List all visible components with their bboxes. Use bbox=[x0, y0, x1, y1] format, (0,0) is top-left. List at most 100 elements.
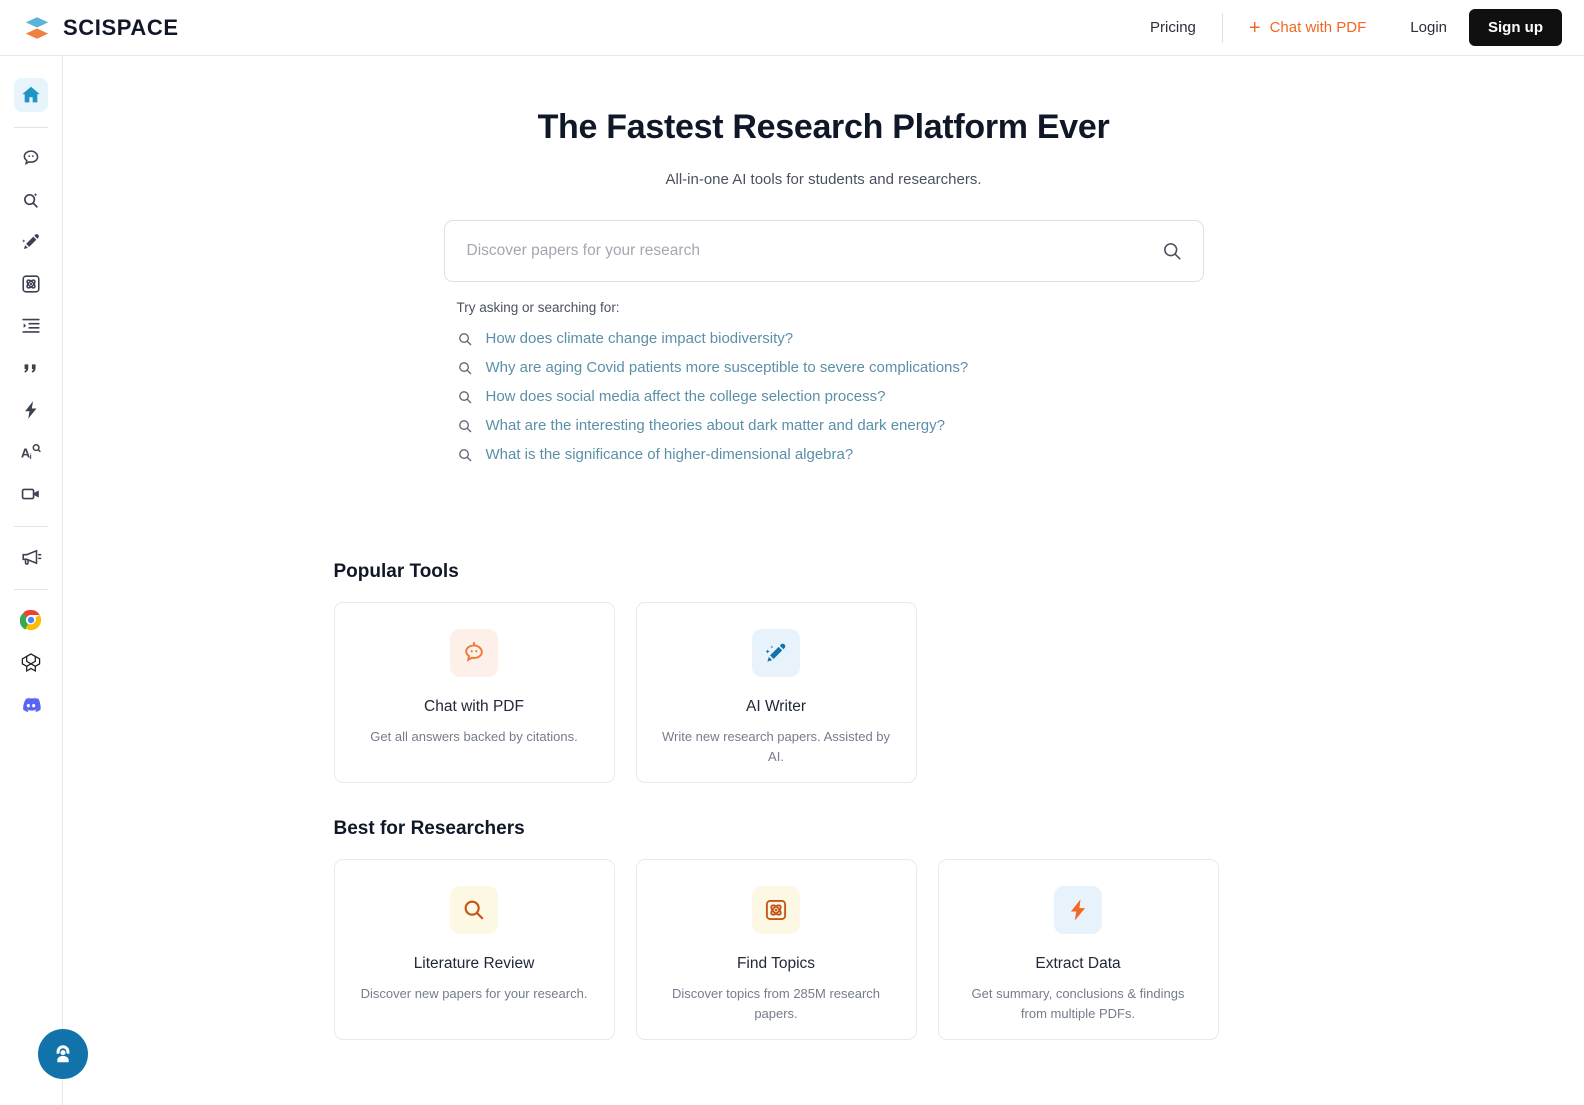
text-ai-icon: A i bbox=[21, 444, 41, 461]
card-title: Find Topics bbox=[736, 955, 816, 972]
search-icon bbox=[457, 447, 473, 463]
page-title: The Fastest Research Platform Ever bbox=[537, 108, 1110, 146]
top-header: SCISPACE Pricing + Chat with PDF Login S… bbox=[0, 0, 1584, 56]
chat-bubble-icon bbox=[23, 150, 39, 166]
suggestion-text: What is the significance of higher-dimen… bbox=[485, 446, 854, 463]
search-icon bbox=[457, 418, 473, 434]
atom-icon bbox=[22, 275, 40, 293]
atom-icon bbox=[765, 899, 787, 921]
logo-text: SCISPACE bbox=[63, 14, 179, 40]
nav-chat-with-pdf-label: Chat with PDF bbox=[1269, 19, 1367, 36]
left-sidebar: A i bbox=[0, 56, 63, 1105]
openai-icon bbox=[21, 653, 41, 673]
sidebar-item-chrome-extension[interactable] bbox=[14, 603, 48, 637]
list-indent-icon bbox=[22, 318, 40, 333]
tool-card-chat-with-pdf[interactable]: Chat with PDF Get all answers backed by … bbox=[333, 602, 615, 783]
chrome-icon bbox=[20, 609, 42, 631]
sidebar-divider-3 bbox=[14, 589, 48, 590]
card-description: Discover topics from 285M research paper… bbox=[671, 986, 881, 1021]
sidebar-item-video[interactable] bbox=[14, 477, 48, 511]
search-icon bbox=[457, 389, 473, 405]
suggestion-item[interactable]: What is the significance of higher-dimen… bbox=[457, 440, 1204, 469]
search-icon bbox=[457, 360, 473, 376]
best-for-researchers-card-row: Literature Review Discover new papers fo… bbox=[333, 859, 1324, 1040]
lightning-bolt-icon bbox=[1070, 899, 1086, 921]
search-icon bbox=[457, 331, 473, 347]
sidebar-divider-2 bbox=[14, 526, 48, 527]
card-title: Extract Data bbox=[1035, 955, 1121, 972]
svg-text:i: i bbox=[30, 452, 32, 461]
nav-pricing-link[interactable]: Pricing bbox=[1124, 0, 1222, 56]
sidebar-item-home[interactable] bbox=[14, 78, 48, 112]
sidebar-item-openai[interactable] bbox=[14, 645, 48, 679]
suggestion-text: How does social media affect the college… bbox=[485, 388, 886, 405]
suggestions-block: Try asking or searching for: How does cl… bbox=[444, 300, 1204, 469]
page-subtitle: All-in-one AI tools for students and res… bbox=[665, 171, 982, 188]
suggestion-text: Why are aging Covid patients more suscep… bbox=[485, 359, 969, 376]
suggestion-item[interactable]: What are the interesting theories about … bbox=[457, 411, 1204, 440]
suggestions-label: Try asking or searching for: bbox=[456, 300, 620, 315]
search-icon bbox=[464, 900, 484, 920]
sidebar-divider-1 bbox=[14, 127, 48, 128]
megaphone-icon bbox=[22, 549, 42, 565]
nav-chat-with-pdf-button[interactable]: + Chat with PDF bbox=[1223, 18, 1388, 38]
popular-tools-title: Popular Tools bbox=[333, 561, 459, 582]
sidebar-item-find-topics[interactable] bbox=[14, 267, 48, 301]
sidebar-item-extract-data[interactable] bbox=[14, 309, 48, 343]
search-input[interactable] bbox=[466, 242, 1161, 260]
sidebar-item-ai-writer[interactable] bbox=[14, 225, 48, 259]
suggestion-text: How does climate change impact biodivers… bbox=[485, 330, 794, 347]
magic-pen-icon bbox=[765, 643, 786, 662]
card-icon-wrap bbox=[752, 886, 800, 934]
search-sparkle-icon bbox=[24, 192, 39, 208]
card-title: AI Writer bbox=[746, 698, 806, 715]
card-title: Chat with PDF bbox=[424, 698, 524, 715]
sidebar-item-citations[interactable] bbox=[14, 351, 48, 385]
chat-bot-bubble-icon bbox=[465, 641, 483, 662]
popular-tools-section: Popular Tools Chat with PDF Get all answ… bbox=[324, 561, 1324, 783]
tool-card-ai-writer[interactable]: AI Writer Write new research papers. Ass… bbox=[635, 602, 917, 783]
sidebar-item-chat-pdf[interactable] bbox=[14, 141, 48, 175]
video-camera-icon bbox=[21, 488, 39, 500]
sidebar-item-quick-actions[interactable] bbox=[14, 393, 48, 427]
suggestion-item[interactable]: Why are aging Covid patients more suscep… bbox=[457, 353, 1204, 382]
discord-icon bbox=[23, 697, 41, 713]
search-bar[interactable] bbox=[443, 220, 1204, 282]
nav-login-link[interactable]: Login bbox=[1388, 19, 1469, 36]
tool-card-extract-data[interactable]: Extract Data Get summary, conclusions & … bbox=[937, 859, 1219, 1040]
card-icon-wrap bbox=[752, 629, 800, 677]
lightning-bolt-icon bbox=[25, 401, 37, 419]
nav-signup-button[interactable]: Sign up bbox=[1469, 9, 1562, 46]
home-icon bbox=[22, 86, 40, 103]
sidebar-item-announcements[interactable] bbox=[14, 540, 48, 574]
search-submit-button[interactable] bbox=[1161, 240, 1183, 262]
logo[interactable]: SCISPACE bbox=[22, 13, 179, 43]
suggestion-item[interactable]: How does climate change impact biodivers… bbox=[457, 324, 1204, 353]
best-for-researchers-title: Best for Researchers bbox=[333, 818, 525, 839]
card-description: Discover new papers for your research. bbox=[360, 986, 588, 1001]
search-icon bbox=[1163, 243, 1180, 260]
card-icon-wrap bbox=[1054, 886, 1102, 934]
plus-icon: + bbox=[1248, 16, 1261, 39]
quote-icon bbox=[24, 364, 36, 373]
sidebar-item-paraphraser[interactable]: A i bbox=[14, 435, 48, 469]
card-title: Literature Review bbox=[413, 955, 535, 972]
best-for-researchers-section: Best for Researchers Literature Review D… bbox=[324, 818, 1324, 1040]
main-content: The Fastest Research Platform Ever All-i… bbox=[63, 56, 1584, 1105]
popular-tools-card-row: Chat with PDF Get all answers backed by … bbox=[333, 602, 1324, 783]
support-fab-button[interactable] bbox=[38, 1029, 88, 1079]
card-description: Get all answers backed by citations. bbox=[370, 729, 578, 744]
suggestion-item[interactable]: How does social media affect the college… bbox=[457, 382, 1204, 411]
card-description: Get summary, conclusions & findings from… bbox=[971, 986, 1185, 1021]
header-nav: Pricing + Chat with PDF Login Sign up bbox=[1124, 0, 1562, 55]
tool-card-literature-review[interactable]: Literature Review Discover new papers fo… bbox=[333, 859, 615, 1040]
card-description: Write new research papers. Assisted by A… bbox=[661, 729, 891, 764]
magic-pen-icon bbox=[22, 234, 39, 250]
card-icon-wrap bbox=[450, 886, 498, 934]
card-icon-wrap bbox=[450, 629, 498, 677]
scispace-stacked-layers-logo-icon bbox=[25, 16, 49, 39]
sidebar-item-discord[interactable] bbox=[14, 687, 48, 721]
tool-card-find-topics[interactable]: Find Topics Discover topics from 285M re… bbox=[635, 859, 917, 1040]
suggestion-text: What are the interesting theories about … bbox=[485, 417, 945, 434]
sidebar-item-literature-review[interactable] bbox=[14, 183, 48, 217]
